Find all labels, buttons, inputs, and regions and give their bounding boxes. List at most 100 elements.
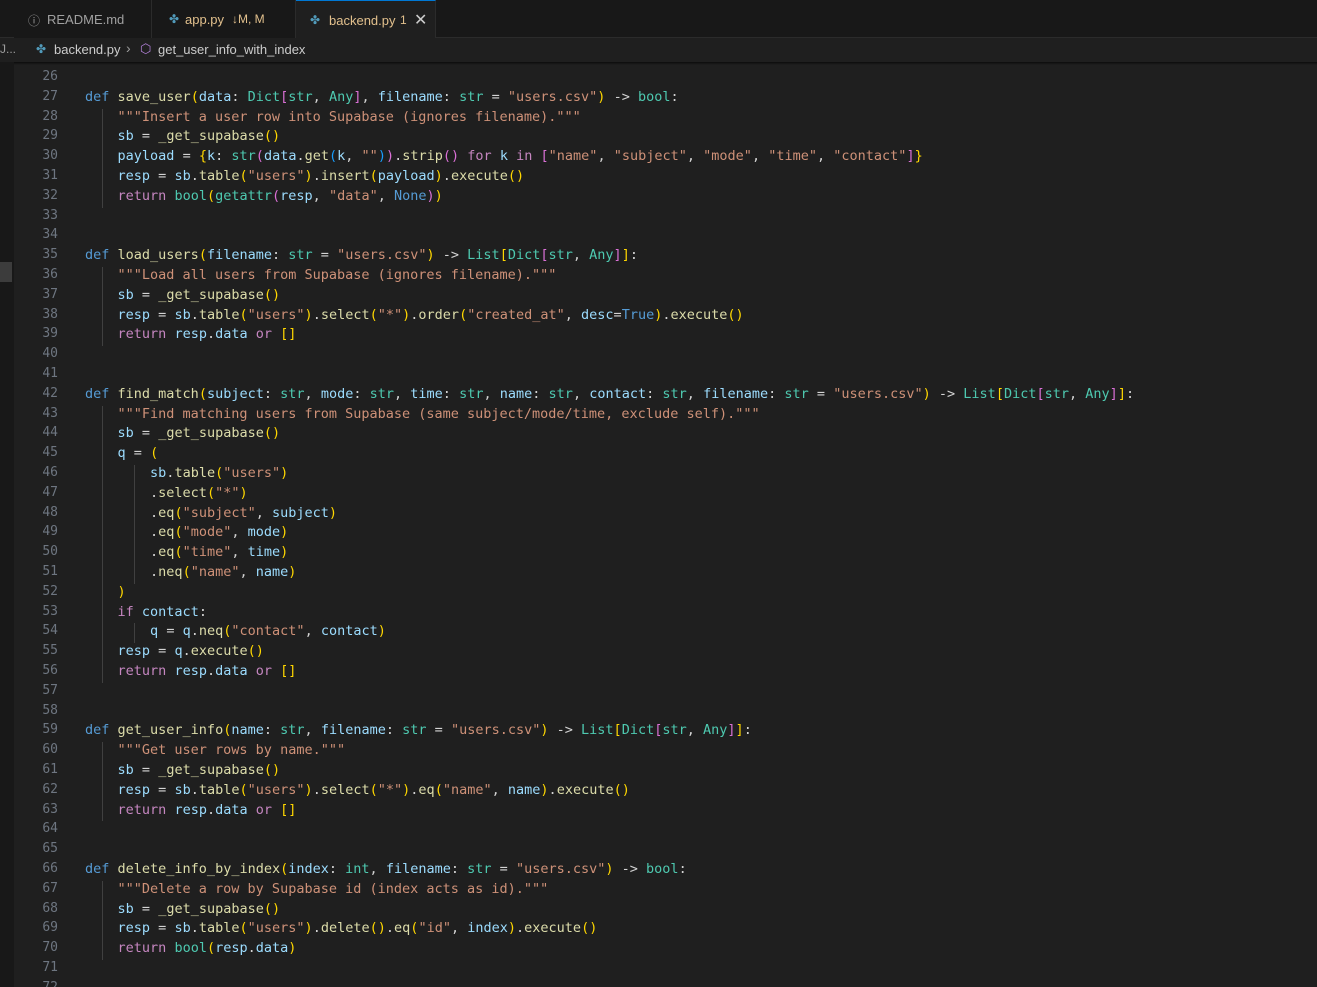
code-line: 34 bbox=[14, 227, 1317, 246]
line-source: q = q.neq("contact", contact) bbox=[150, 623, 386, 640]
line-number: 39 bbox=[42, 326, 58, 342]
line-source: return resp.data or [] bbox=[117, 663, 297, 679]
code-line: 55 resp = q.execute() bbox=[14, 643, 1317, 663]
indent-guide bbox=[102, 484, 103, 505]
line-number: 32 bbox=[42, 187, 58, 203]
line-number: 41 bbox=[42, 366, 58, 381]
indent-guide bbox=[102, 128, 103, 149]
line-number: 50 bbox=[42, 544, 58, 560]
line-source: resp = sb.table("users").select("*").ord… bbox=[117, 306, 744, 323]
line-source: """Load all users from Supabase (ignores… bbox=[85, 267, 557, 283]
indent-guide bbox=[102, 187, 103, 208]
indent-guide bbox=[102, 326, 103, 347]
line-number: 66 bbox=[42, 861, 58, 876]
code-line: 68 sb = _get_supabase() bbox=[14, 900, 1317, 921]
code-line: 52 ) bbox=[14, 583, 1317, 604]
tab-readme[interactable]: ⓘ README.md bbox=[14, 0, 152, 38]
indent-guide bbox=[102, 900, 103, 921]
line-number: 53 bbox=[42, 603, 58, 619]
indent-guide bbox=[102, 623, 103, 644]
indent-guide bbox=[102, 267, 103, 287]
line-source: resp = sb.table("users").delete().eq("id… bbox=[117, 920, 598, 937]
tab-label: app.py bbox=[185, 12, 225, 27]
code-line: 50 .eq("time", time) bbox=[14, 544, 1317, 564]
code-line: 71 bbox=[14, 960, 1317, 979]
line-number: 28 bbox=[42, 108, 58, 124]
code-line: 26 bbox=[14, 69, 1317, 88]
line-number: 60 bbox=[42, 742, 58, 758]
indent-guide bbox=[102, 108, 103, 129]
line-number: 36 bbox=[42, 267, 58, 282]
code-line: 37 sb = _get_supabase() bbox=[14, 286, 1317, 307]
line-number: 62 bbox=[42, 781, 58, 797]
indent-guide bbox=[102, 504, 103, 525]
line-source: .eq("mode", mode) bbox=[150, 524, 289, 541]
line-number: 42 bbox=[42, 385, 58, 401]
line-source: return resp.data or [] bbox=[117, 326, 297, 343]
line-source: """Insert a user row into Supabase (igno… bbox=[85, 108, 581, 125]
code-line: 28 """Insert a user row into Supabase (i… bbox=[14, 108, 1317, 129]
indent-guide bbox=[102, 940, 103, 960]
line-source: if contact: bbox=[117, 603, 207, 620]
indent-guide bbox=[102, 762, 103, 782]
indent-guide bbox=[102, 564, 103, 584]
indent-guide bbox=[102, 603, 103, 624]
line-source: .select("*") bbox=[150, 484, 248, 501]
line-number: 48 bbox=[42, 504, 58, 520]
line-source: def load_users(filename: str = "users.cs… bbox=[85, 247, 638, 264]
line-number: 35 bbox=[42, 247, 58, 263]
line-source: sb.table("users") bbox=[150, 465, 289, 481]
code-line: 53 if contact: bbox=[14, 603, 1317, 624]
indent-guide bbox=[134, 544, 135, 564]
tab-backend-py[interactable]: ✤ backend.py 1 ✕ bbox=[296, 0, 436, 39]
code-line: 72 bbox=[14, 980, 1317, 987]
code-line: 25 bbox=[14, 53, 1317, 61]
code-line: 64 bbox=[14, 821, 1317, 840]
code-line: 45 q = ( bbox=[14, 445, 1317, 465]
code-line: 32 return bool(getattr(resp, "data", Non… bbox=[14, 187, 1317, 208]
code-line: 38 resp = sb.table("users").select("*").… bbox=[14, 306, 1317, 327]
line-source: """Delete a row by Supabase id (index ac… bbox=[85, 880, 549, 897]
indent-guide bbox=[102, 465, 103, 485]
line-number: 68 bbox=[42, 900, 58, 916]
line-number: 29 bbox=[42, 128, 58, 144]
indent-guide bbox=[102, 425, 103, 446]
scroll-shadow bbox=[14, 62, 1317, 65]
code-line: 54 q = q.neq("contact", contact) bbox=[14, 623, 1317, 644]
line-number: 61 bbox=[42, 762, 58, 777]
code-line: 31 resp = sb.table("users").insert(paylo… bbox=[14, 168, 1317, 188]
code-line: 62 resp = sb.table("users").select("*").… bbox=[14, 781, 1317, 802]
indent-guide bbox=[134, 564, 135, 584]
sidebar-edge bbox=[0, 62, 14, 987]
line-number: 33 bbox=[42, 207, 58, 223]
line-source: resp = sb.table("users").insert(payload)… bbox=[117, 168, 525, 184]
line-number: 44 bbox=[42, 425, 58, 441]
line-number: 70 bbox=[42, 940, 58, 956]
line-source: """Get user rows by name.""" bbox=[85, 742, 346, 759]
code-line: 44 sb = _get_supabase() bbox=[14, 425, 1317, 446]
indent-guide bbox=[134, 623, 135, 644]
close-icon[interactable]: ✕ bbox=[414, 10, 427, 30]
code-line: 49 .eq("mode", mode) bbox=[14, 524, 1317, 545]
line-source: """Find matching users from Supabase (sa… bbox=[85, 405, 760, 422]
line-number: 55 bbox=[42, 643, 58, 659]
indent-guide bbox=[102, 445, 103, 465]
code-line: 70 return bool(resp.data) bbox=[14, 940, 1317, 960]
line-number: 71 bbox=[42, 960, 58, 975]
code-line: 66 def delete_info_by_index(index: int, f… bbox=[14, 861, 1317, 880]
code-line: 29 sb = _get_supabase() bbox=[14, 128, 1317, 149]
line-number: 25 bbox=[14, 53, 58, 57]
line-number: 59 bbox=[42, 722, 58, 738]
line-number: 72 bbox=[14, 980, 58, 987]
indent-guide bbox=[134, 465, 135, 485]
line-number: 31 bbox=[42, 168, 58, 183]
tab-app-py[interactable]: ✤ app.py ↓M, M bbox=[152, 0, 296, 38]
code-line: 60 """Get user rows by name.""" bbox=[14, 742, 1317, 762]
indent-guide bbox=[102, 920, 103, 941]
line-number: 37 bbox=[42, 286, 58, 302]
indent-guide bbox=[102, 544, 103, 564]
sash-marker bbox=[0, 262, 12, 282]
line-source: return bool(getattr(resp, "data", None)) bbox=[117, 187, 443, 204]
code-line: 33 bbox=[14, 208, 1317, 227]
line-number: 56 bbox=[42, 663, 58, 678]
